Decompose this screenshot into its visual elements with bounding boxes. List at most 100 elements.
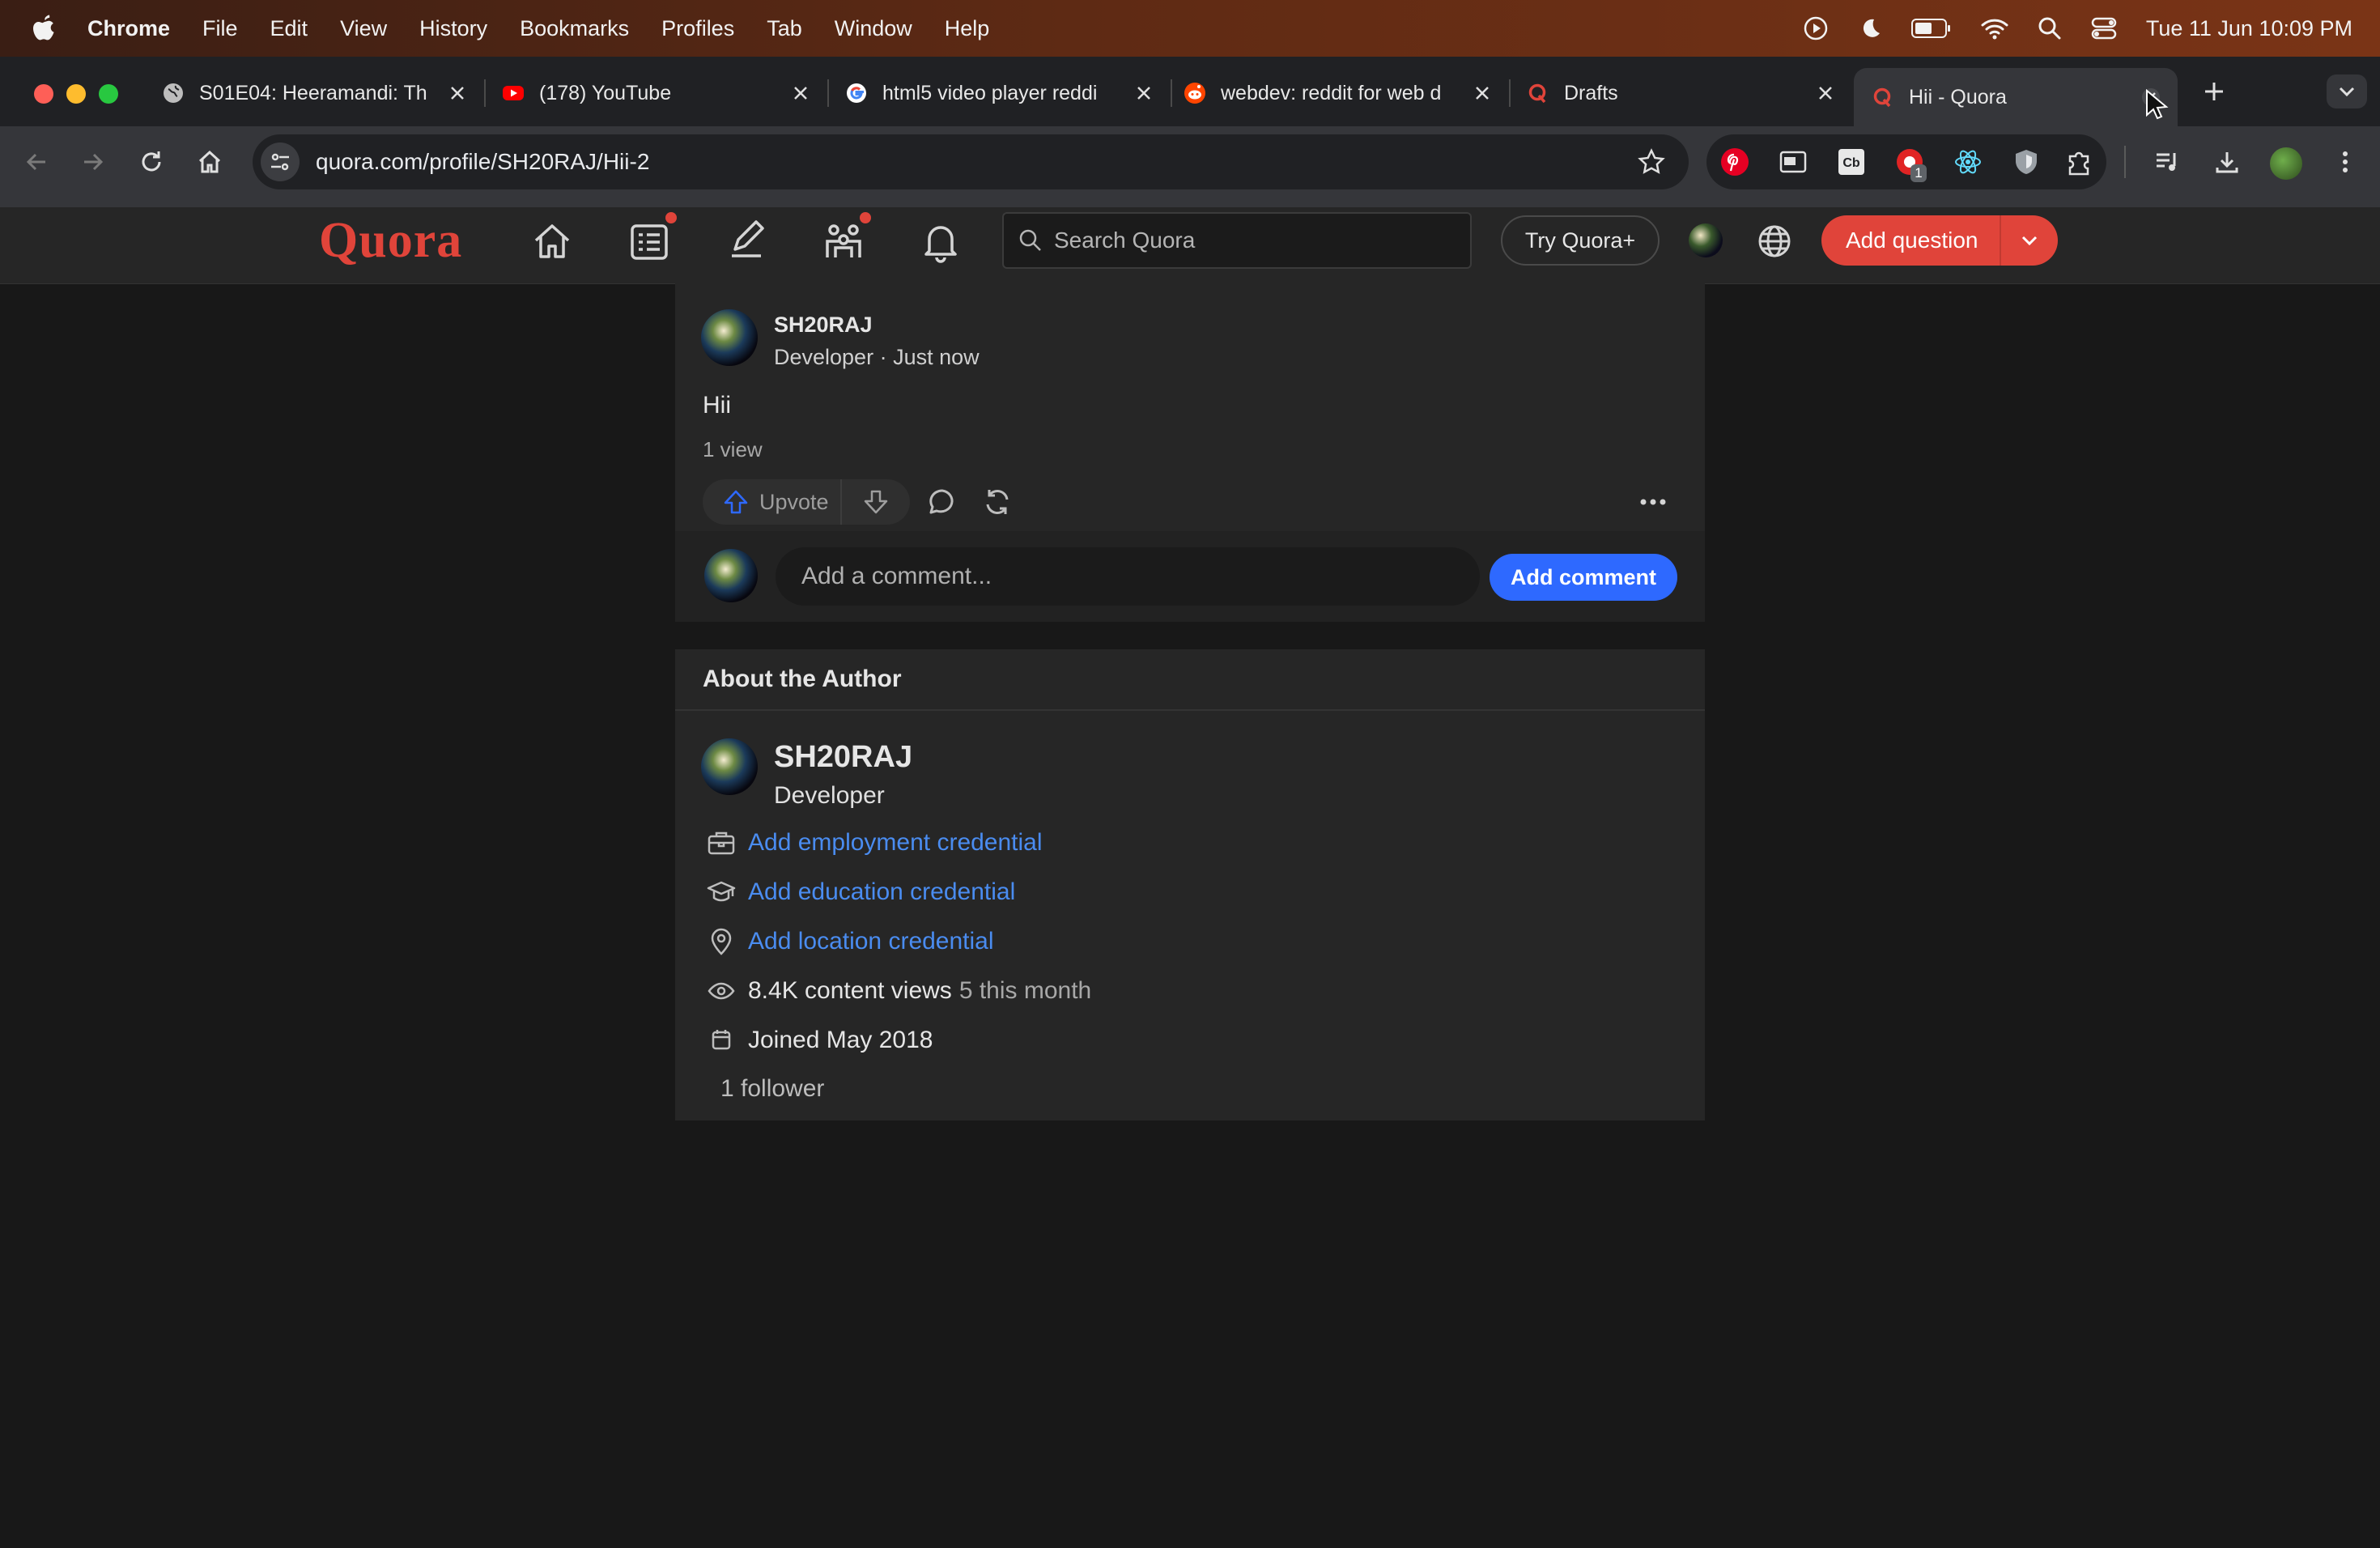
- reddit-icon: [1184, 83, 1205, 104]
- site-info-button[interactable]: [261, 142, 300, 181]
- close-icon[interactable]: [1473, 84, 1491, 102]
- menu-view[interactable]: View: [340, 16, 387, 41]
- puzzle-icon[interactable]: [2064, 147, 2095, 177]
- close-icon[interactable]: [792, 84, 810, 102]
- add-location-credential-link[interactable]: Add location credential: [748, 928, 994, 955]
- content-views-month: 5 this month: [958, 977, 1092, 1004]
- tab-heeramandi[interactable]: S01E04: Heeramandi: Th: [162, 68, 466, 118]
- location-credential-row: Add location credential: [706, 926, 994, 957]
- tab-title: S01E04: Heeramandi: Th: [199, 81, 427, 104]
- comment-input[interactable]: [800, 562, 1451, 591]
- control-center-icon[interactable]: [2091, 16, 2117, 40]
- extensions-area: Cb 1: [1706, 134, 2106, 189]
- media-control-icon[interactable]: [2153, 148, 2181, 176]
- quora-icon: [1528, 83, 1546, 104]
- globe-language-icon[interactable]: [1755, 222, 1794, 261]
- macos-menu-bar: Chrome File Edit View History Bookmarks …: [0, 0, 2380, 57]
- more-vert-icon[interactable]: [2331, 148, 2359, 176]
- menu-app-name[interactable]: Chrome: [87, 16, 170, 41]
- tab-reddit-webdev[interactable]: webdev: reddit for web d: [1184, 68, 1491, 118]
- spotlight-search-icon[interactable]: [2038, 16, 2062, 40]
- moon-icon[interactable]: [1858, 16, 1882, 40]
- new-tab-plus-icon[interactable]: [2200, 78, 2228, 105]
- google-icon: [847, 83, 866, 103]
- comment-field[interactable]: [776, 547, 1480, 606]
- more-horiz-icon[interactable]: [1637, 486, 1669, 518]
- followers-count[interactable]: 1 follower: [720, 1075, 824, 1103]
- share-repost-icon[interactable]: [981, 486, 1014, 518]
- url-text[interactable]: quora.com/profile/SH20RAJ/Hii-2: [316, 149, 649, 175]
- post-views: 1 view: [703, 437, 763, 461]
- downvote-button[interactable]: [842, 488, 910, 516]
- address-bar[interactable]: quora.com/profile/SH20RAJ/Hii-2: [253, 134, 1689, 189]
- red-extension-button[interactable]: 1: [1894, 147, 1927, 182]
- spaces-icon[interactable]: [821, 219, 866, 264]
- react-devtools-icon[interactable]: [1953, 147, 1983, 177]
- upvote-button[interactable]: Upvote: [703, 479, 842, 525]
- quora-profile-avatar[interactable]: [1689, 223, 1723, 257]
- joined-row: Joined May 2018: [706, 1025, 933, 1056]
- close-icon[interactable]: [1817, 84, 1834, 102]
- tab-hii-quora-active[interactable]: Hii - Quora: [1854, 68, 2178, 126]
- battery-icon[interactable]: [1910, 18, 1952, 39]
- tab-youtube[interactable]: (178) YouTube: [502, 68, 810, 118]
- chrome-profile-avatar[interactable]: [2270, 147, 2302, 180]
- menu-history[interactable]: History: [419, 16, 487, 41]
- forward-arrow-icon[interactable]: [79, 148, 107, 176]
- menu-help[interactable]: Help: [945, 16, 990, 41]
- bookmark-star-icon[interactable]: [1637, 147, 1666, 176]
- tab-title: Drafts: [1564, 81, 1618, 104]
- post-author-name[interactable]: SH20RAJ: [774, 313, 873, 338]
- menu-bookmarks[interactable]: Bookmarks: [520, 16, 629, 41]
- menu-profiles[interactable]: Profiles: [661, 16, 734, 41]
- tab-search-button[interactable]: [2327, 74, 2367, 108]
- add-question-dropdown[interactable]: [2001, 215, 2058, 266]
- tab-title: html5 video player reddi: [882, 81, 1098, 104]
- quora-search-box[interactable]: [1002, 212, 1472, 269]
- play-circle-icon[interactable]: [1803, 15, 1829, 41]
- downvote-arrow-icon: [864, 490, 888, 514]
- try-quora-plus-button[interactable]: Try Quora+: [1501, 215, 1660, 266]
- tab-separator: [484, 79, 486, 107]
- tab-title: Hii - Quora: [1909, 85, 2007, 108]
- add-education-credential-link[interactable]: Add education credential: [748, 878, 1015, 906]
- add-question-button-group: Add question: [1821, 215, 2058, 266]
- tab-drafts[interactable]: Drafts: [1527, 68, 1834, 118]
- tab-google-search[interactable]: html5 video player reddi: [845, 68, 1153, 118]
- menu-tab[interactable]: Tab: [767, 16, 802, 41]
- add-question-button[interactable]: Add question: [1846, 228, 2000, 253]
- comment-bubble-icon[interactable]: [926, 486, 958, 518]
- close-icon[interactable]: [1135, 84, 1153, 102]
- cb-extension-icon[interactable]: Cb: [1836, 147, 1867, 177]
- close-icon[interactable]: [448, 84, 466, 102]
- search-input[interactable]: [1052, 227, 1444, 254]
- add-comment-button[interactable]: Add comment: [1490, 554, 1677, 601]
- home-icon[interactable]: [529, 219, 575, 264]
- menubar-clock[interactable]: Tue 11 Jun 10:09 PM: [2146, 16, 2352, 41]
- following-feed-icon[interactable]: [627, 219, 672, 264]
- bell-icon[interactable]: [918, 219, 963, 264]
- window-minimize-button[interactable]: [66, 84, 86, 104]
- window-zoom-button[interactable]: [99, 84, 118, 104]
- back-arrow-icon[interactable]: [23, 148, 50, 176]
- quora-logo[interactable]: Quora: [319, 212, 462, 270]
- wifi-icon[interactable]: [1981, 17, 2008, 40]
- menu-window[interactable]: Window: [835, 16, 912, 41]
- add-employment-credential-link[interactable]: Add employment credential: [748, 829, 1043, 857]
- pinterest-icon[interactable]: [1719, 147, 1750, 177]
- shield-icon[interactable]: [2011, 147, 2042, 177]
- window-extension-icon[interactable]: [1778, 147, 1808, 177]
- window-close-button[interactable]: [34, 84, 53, 104]
- menu-edit[interactable]: Edit: [270, 16, 308, 41]
- download-icon[interactable]: [2213, 148, 2241, 176]
- post-meta: Developer · Just now: [774, 345, 980, 369]
- author-avatar[interactable]: [701, 309, 758, 366]
- joined-date: Joined May 2018: [748, 1027, 933, 1053]
- menu-file[interactable]: File: [202, 16, 238, 41]
- home-icon[interactable]: [196, 148, 223, 176]
- apple-icon[interactable]: [31, 13, 58, 44]
- about-author-avatar[interactable]: [701, 738, 758, 795]
- about-author-name[interactable]: SH20RAJ: [774, 740, 912, 775]
- reload-icon[interactable]: [138, 148, 165, 176]
- answer-pencil-icon[interactable]: [724, 219, 769, 264]
